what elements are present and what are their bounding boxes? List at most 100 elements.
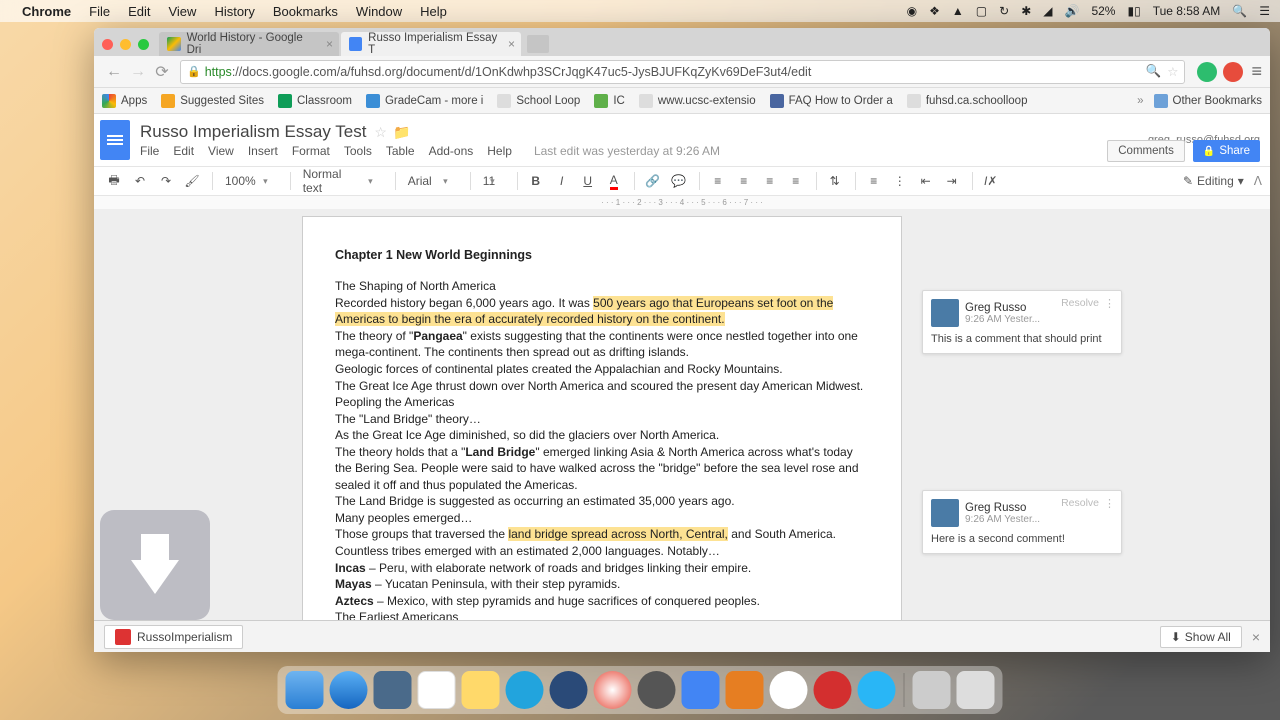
sync-icon[interactable]: ↻ (999, 4, 1009, 18)
move-folder-icon[interactable]: 📁 (393, 124, 410, 141)
app-name[interactable]: Chrome (22, 4, 71, 19)
tab-close-icon[interactable]: × (326, 37, 333, 51)
close-button[interactable] (102, 39, 113, 50)
minimize-button[interactable] (120, 39, 131, 50)
drive-icon[interactable]: ▲ (952, 4, 964, 18)
align-justify-icon[interactable]: ≡ (784, 169, 808, 193)
calendar-icon[interactable] (418, 671, 456, 709)
menu-history[interactable]: History (214, 4, 254, 19)
tab-world-history[interactable]: World History - Google Dri × (159, 32, 339, 56)
menu-view[interactable]: View (168, 4, 196, 19)
doc-canvas[interactable]: Chapter 1 New World Beginnings The Shapi… (94, 210, 1270, 652)
notes-icon[interactable] (462, 671, 500, 709)
battery-icon[interactable]: ▮▯ (1127, 4, 1140, 18)
maximize-button[interactable] (138, 39, 149, 50)
trash-icon[interactable] (957, 671, 995, 709)
menu-window[interactable]: Window (356, 4, 402, 19)
menu-help[interactable]: Help (420, 4, 447, 19)
word-icon[interactable] (682, 671, 720, 709)
indent-less-icon[interactable]: ⇤ (914, 169, 938, 193)
comment-menu-icon[interactable]: ⋮ (1104, 497, 1115, 510)
volume-icon[interactable]: 🔊 (1064, 4, 1079, 18)
indent-more-icon[interactable]: ⇥ (940, 169, 964, 193)
quicktime-icon[interactable] (858, 671, 896, 709)
bookmark-apps[interactable]: Apps (102, 94, 147, 108)
clear-format-icon[interactable]: I✗ (979, 169, 1003, 193)
mail-icon[interactable] (374, 671, 412, 709)
comment-menu-icon[interactable]: ⋮ (1104, 297, 1115, 310)
menu-bookmarks[interactable]: Bookmarks (273, 4, 338, 19)
search-icon[interactable]: 🔍 (1146, 64, 1162, 79)
other-bookmarks[interactable]: Other Bookmarks (1154, 94, 1262, 108)
undo-icon[interactable]: ↶ (128, 169, 152, 193)
paint-format-icon[interactable]: 🖌 (180, 169, 204, 193)
wifi-icon[interactable]: ◢ (1043, 4, 1052, 18)
text-color-icon[interactable]: A (602, 169, 626, 193)
safari-icon[interactable] (330, 671, 368, 709)
share-button[interactable]: Share (1193, 140, 1260, 162)
download-item[interactable]: RussoImperialism (104, 625, 243, 649)
spotlight-icon[interactable]: 🔍 (1232, 4, 1247, 18)
styles-select[interactable]: Normal text (297, 170, 387, 192)
bluetooth-icon[interactable]: ✱ (1021, 4, 1031, 18)
show-all-button[interactable]: ⬇Show All (1160, 626, 1242, 648)
appstore-icon[interactable] (550, 671, 588, 709)
bookmark-item[interactable]: fuhsd.ca.schoolloop (907, 94, 1028, 108)
bulleted-list-icon[interactable]: ⋮ (888, 169, 912, 193)
bookmark-item[interactable]: www.ucsc-extensio (639, 94, 756, 108)
ruler[interactable]: · · · 1 · · · 2 · · · 3 · · · 4 · · · 5 … (94, 196, 1270, 210)
italic-icon[interactable]: I (550, 169, 574, 193)
clock[interactable]: Tue 8:58 AM (1153, 4, 1221, 18)
status-icon[interactable]: ◉ (907, 4, 917, 18)
doc-title[interactable]: Russo Imperialism Essay Test (140, 122, 366, 142)
bookmark-item[interactable]: School Loop (497, 94, 580, 108)
bookmark-item[interactable]: Classroom (278, 94, 352, 108)
line-spacing-icon[interactable]: ⇅ (823, 169, 847, 193)
star-icon[interactable]: ☆ (374, 124, 387, 141)
zoom-select[interactable]: 100% (219, 170, 282, 192)
resolve-button[interactable]: Resolve (1061, 497, 1099, 509)
back-button[interactable]: ← (102, 60, 126, 84)
menu-edit[interactable]: Edit (128, 4, 150, 19)
star-icon[interactable]: ☆ (1167, 64, 1178, 79)
comment-card[interactable]: Resolve ⋮ Greg Russo9:26 AM Yester... He… (922, 490, 1122, 554)
finder-icon[interactable] (286, 671, 324, 709)
numbered-list-icon[interactable]: ≡ (862, 169, 886, 193)
font-size-select[interactable]: 11 (477, 170, 509, 192)
bookmark-item[interactable]: Suggested Sites (161, 94, 264, 108)
address-bar[interactable]: 🔒 https://docs.google.com/a/fuhsd.org/do… (180, 60, 1185, 84)
chrome-menu-icon[interactable]: ≡ (1251, 61, 1262, 82)
forward-button[interactable]: → (126, 60, 150, 84)
tab-russo-essay[interactable]: Russo Imperialism Essay T × (341, 32, 521, 56)
dropbox-icon[interactable]: ❖ (929, 4, 940, 18)
resolve-button[interactable]: Resolve (1061, 297, 1099, 309)
bookmark-overflow[interactable]: » (1137, 95, 1143, 107)
settings-icon[interactable] (638, 671, 676, 709)
font-select[interactable]: Arial (402, 170, 462, 192)
close-bar-icon[interactable]: × (1252, 629, 1260, 645)
bold-icon[interactable]: B (524, 169, 548, 193)
new-tab-button[interactable] (527, 35, 549, 53)
comment-icon[interactable]: 💬 (667, 169, 691, 193)
tab-close-icon[interactable]: × (508, 37, 515, 51)
reload-button[interactable]: ⟳ (150, 60, 174, 84)
bookmark-item[interactable]: IC (594, 94, 625, 108)
link-icon[interactable]: 🔗 (641, 169, 665, 193)
bookmark-item[interactable]: FAQ How to Order a (770, 94, 893, 108)
align-center-icon[interactable]: ≡ (732, 169, 756, 193)
align-left-icon[interactable]: ≡ (706, 169, 730, 193)
doc-stack-icon[interactable] (913, 671, 951, 709)
ladybug-icon[interactable] (814, 671, 852, 709)
airplay-icon[interactable]: ▢ (976, 4, 987, 18)
underline-icon[interactable]: U (576, 169, 600, 193)
messages-icon[interactable] (506, 671, 544, 709)
align-right-icon[interactable]: ≡ (758, 169, 782, 193)
editing-mode[interactable]: Editing ▾ (1183, 174, 1244, 188)
comment-card[interactable]: Resolve ⋮ Greg Russo9:26 AM Yester... Th… (922, 290, 1122, 354)
collapse-toolbar-icon[interactable]: ᐱ (1254, 174, 1262, 188)
doc-page[interactable]: Chapter 1 New World Beginnings The Shapi… (302, 216, 902, 652)
itunes-icon[interactable] (594, 671, 632, 709)
print-icon[interactable]: 🖶 (102, 169, 126, 193)
redo-icon[interactable]: ↷ (154, 169, 178, 193)
battery-percent[interactable]: 52% (1091, 4, 1115, 18)
